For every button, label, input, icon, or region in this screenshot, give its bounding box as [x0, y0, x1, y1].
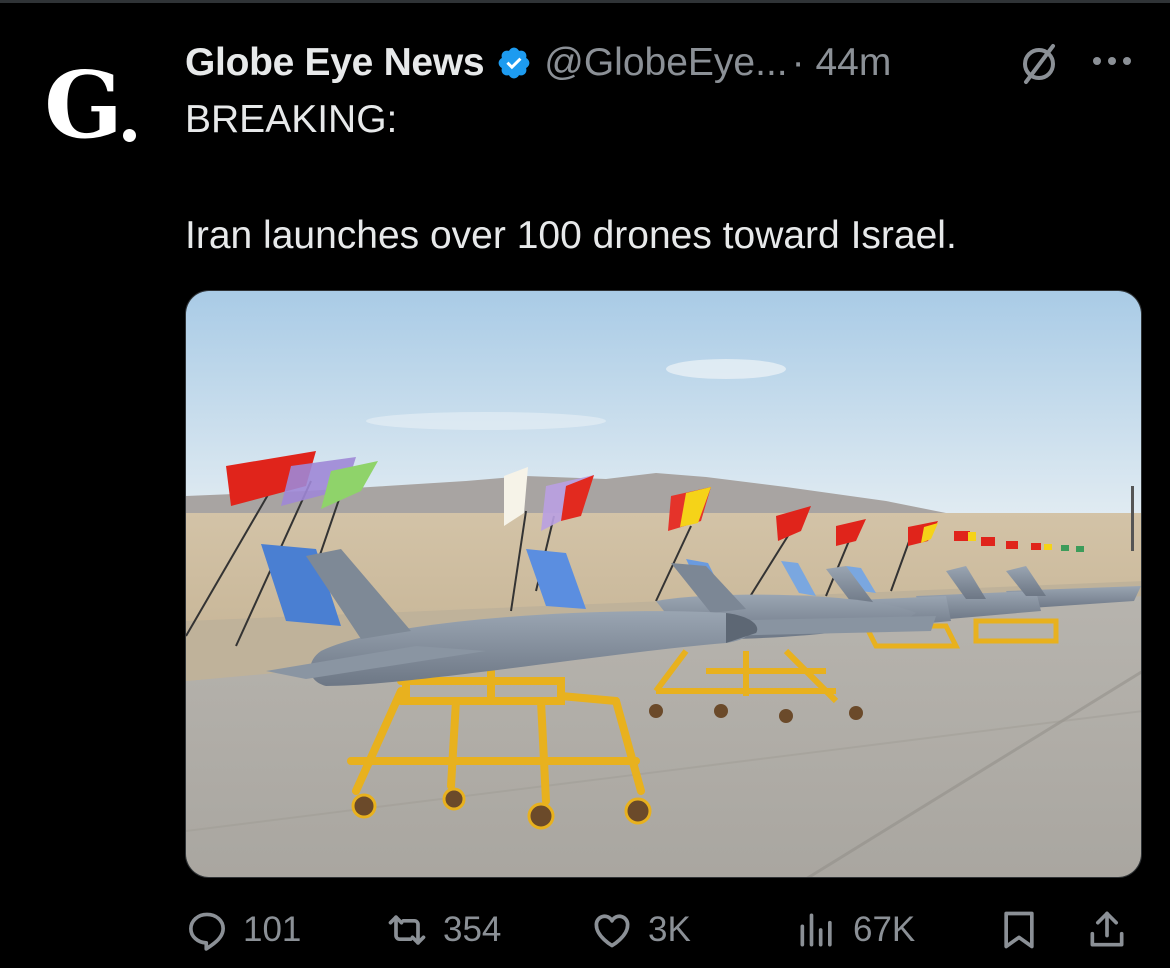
more-icon[interactable]: [1093, 54, 1139, 68]
tweet-header: Globe Eye News @GlobeEye... · 44m: [185, 38, 891, 88]
like-button[interactable]: 3K: [590, 900, 691, 960]
avatar-letter: G: [44, 51, 123, 159]
tweet-time[interactable]: · 44m: [792, 41, 892, 85]
top-divider: [0, 0, 1170, 3]
tweet-text-line2: Iran launches over 100 drones toward Isr…: [185, 214, 957, 257]
repost-button[interactable]: 354: [385, 900, 501, 960]
views-count: 67K: [853, 910, 916, 949]
share-icon: [1090, 911, 1124, 947]
verified-badge-icon: [498, 47, 530, 79]
reply-button[interactable]: 101: [185, 900, 301, 960]
reply-count: 101: [243, 910, 302, 949]
repost-count: 354: [443, 910, 502, 949]
author-name[interactable]: Globe Eye News: [185, 41, 485, 85]
bookmark-icon: [1004, 911, 1034, 949]
views-button[interactable]: 67K: [795, 900, 915, 960]
bookmark-button[interactable]: [997, 900, 1041, 960]
action-bar: 101 354 3K 67K: [185, 900, 1145, 960]
tweet-text-line1: BREAKING:: [185, 98, 398, 141]
author-handle[interactable]: @GlobeEye...: [544, 41, 787, 85]
views-icon: [800, 913, 832, 947]
avatar-dot: [122, 128, 136, 142]
like-count: 3K: [648, 910, 691, 949]
share-button[interactable]: [1085, 900, 1129, 960]
like-icon: [594, 914, 630, 948]
media-illustration: [186, 291, 1141, 877]
tweet-media-image[interactable]: [185, 290, 1142, 878]
avatar[interactable]: G: [40, 55, 140, 155]
repost-icon: [388, 915, 426, 945]
grok-icon[interactable]: [1015, 40, 1063, 88]
reply-icon: [189, 912, 225, 951]
